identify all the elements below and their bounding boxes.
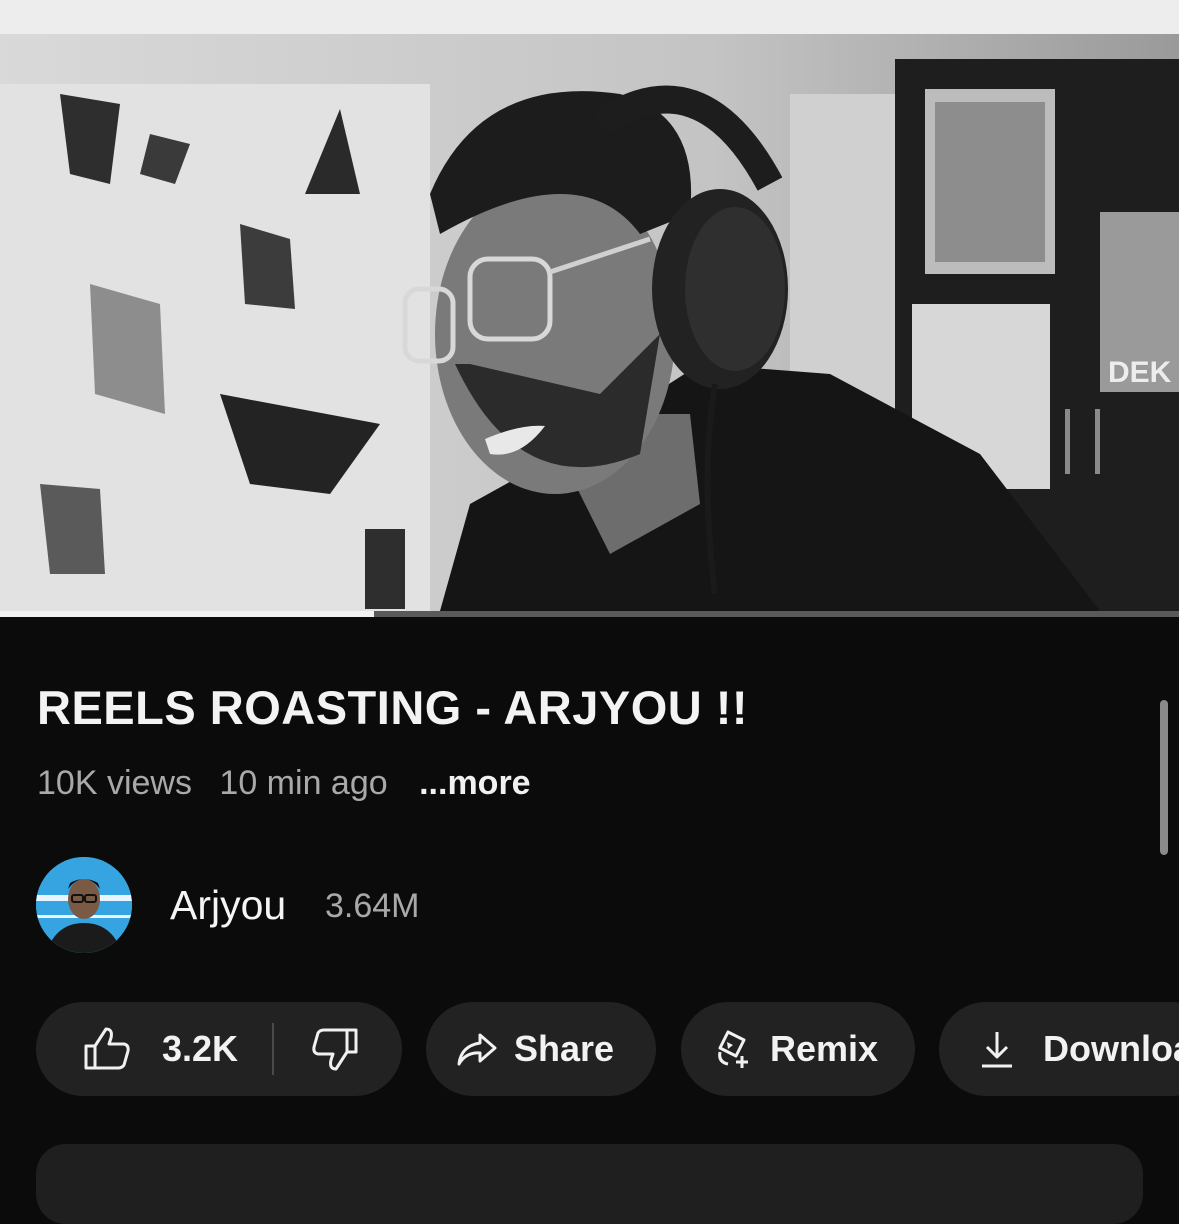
remix-label: Remix — [770, 1028, 879, 1069]
video-title: REELS ROASTING - ARJYOU !! — [37, 681, 749, 734]
thumbs-up-icon[interactable] — [82, 1026, 132, 1072]
like-dislike-group: 3.2K — [36, 1002, 402, 1096]
download-button[interactable]: Download — [939, 1002, 1179, 1096]
avatar-image — [36, 857, 132, 953]
channel-avatar[interactable] — [36, 857, 132, 953]
remix-button[interactable]: Remix — [681, 1002, 915, 1096]
like-count[interactable]: 3.2K — [162, 1028, 238, 1070]
view-count: 10K views — [37, 764, 192, 802]
wall-sticker — [90, 284, 165, 414]
share-label: Share — [514, 1028, 615, 1069]
download-label: Download — [1043, 1028, 1179, 1069]
subscriber-count: 3.64M — [325, 887, 420, 925]
video-meta: 10K views 10 min ago ...more — [37, 764, 549, 803]
thumbs-down-icon[interactable] — [310, 1026, 360, 1072]
share-arrow-icon — [456, 1031, 498, 1067]
video-progress-fill — [0, 611, 374, 617]
wall-sticker — [40, 484, 105, 574]
remix-icon — [714, 1028, 754, 1070]
like-divider — [272, 1023, 275, 1075]
upload-time: 10 min ago — [219, 764, 388, 802]
share-button[interactable]: Share — [426, 1002, 656, 1096]
video-player[interactable]: DEK — [0, 34, 1179, 611]
scrollbar[interactable] — [1160, 700, 1168, 855]
more-description-link[interactable]: ...more — [419, 764, 530, 802]
poster-text: DEK — [1108, 356, 1172, 389]
video-progress-bar[interactable] — [0, 611, 1179, 617]
comments-card[interactable] — [36, 1144, 1143, 1224]
channel-name[interactable]: Arjyou — [170, 882, 286, 929]
download-icon — [979, 1029, 1015, 1069]
video-frame: DEK — [0, 34, 1179, 611]
guitar — [365, 529, 405, 609]
status-bar-strip — [0, 0, 1179, 34]
